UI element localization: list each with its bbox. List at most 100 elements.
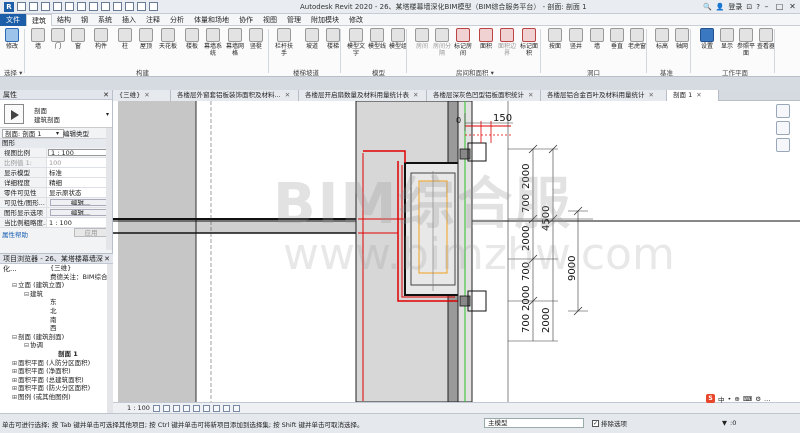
undo-icon[interactable] xyxy=(41,2,50,11)
ime-item-1[interactable]: ⊕ xyxy=(734,395,739,403)
ribbon-tab[interactable]: 注释 xyxy=(141,14,165,26)
switch-window-icon[interactable] xyxy=(149,2,158,11)
property-value[interactable]: 标准 xyxy=(47,168,112,177)
view-tab[interactable]: 各楼层开启扇数量及材料用量统计表 ✕ xyxy=(299,90,427,101)
ribbon-button[interactable]: 标记房间 xyxy=(453,28,473,57)
3d-view-icon[interactable] xyxy=(113,2,122,11)
close-icon[interactable]: ✕ xyxy=(528,91,533,99)
ribbon-button[interactable]: 房间 xyxy=(412,28,432,50)
ribbon-button[interactable]: 房间分隔 xyxy=(432,28,452,57)
ribbon-button[interactable]: 老虎窗 xyxy=(627,28,647,50)
ribbon-button[interactable]: 屋顶 xyxy=(136,28,156,50)
more-icon[interactable]: … xyxy=(764,395,771,403)
property-row[interactable]: 比例值 1: 100 xyxy=(0,158,112,168)
browser-tree-item[interactable]: 南 xyxy=(0,316,113,325)
cart-icon[interactable]: ⊡ xyxy=(746,3,752,11)
close-icon[interactable]: ✕ xyxy=(696,91,701,99)
instance-select[interactable]: 剖面: 剖面 1 xyxy=(2,128,64,138)
ribbon-button[interactable]: 幕墙系统 xyxy=(203,28,223,57)
ribbon-group-label[interactable]: 基准 xyxy=(660,67,673,77)
ribbon-tab[interactable]: 结构 xyxy=(52,14,76,26)
property-row[interactable]: 可见性/图形... 编辑... xyxy=(0,198,112,208)
ribbon-button[interactable]: 查看器 xyxy=(756,28,776,50)
property-row[interactable]: 详细程度 精细 xyxy=(0,178,112,188)
shadows-icon[interactable] xyxy=(182,404,190,412)
model-select[interactable]: 主模型 xyxy=(484,418,584,428)
ribbon-group-label[interactable]: 构建 xyxy=(136,67,149,77)
browser-tree-item[interactable]: ⊞面积平面 (防火分区面积) xyxy=(0,384,113,393)
ribbon-tab[interactable]: 钢 xyxy=(76,14,93,26)
browser-tree-item[interactable]: 剖面 1 xyxy=(0,350,113,359)
property-value[interactable]: 显示原状态 xyxy=(47,188,112,197)
ribbon-button[interactable]: 墙 xyxy=(587,28,607,50)
visual-style-icon[interactable] xyxy=(162,404,170,412)
ribbon-button[interactable]: 栏杆扶手 xyxy=(274,28,294,57)
ribbon-button[interactable]: 天花板 xyxy=(158,28,178,50)
search-icon[interactable]: 🔍 xyxy=(703,3,712,11)
ribbon-button[interactable]: 标记面积 xyxy=(519,28,539,57)
ribbon-button[interactable]: 显示 xyxy=(717,28,737,50)
revit-logo-icon[interactable]: R xyxy=(4,1,14,12)
ribbon-tab[interactable]: 协作 xyxy=(234,14,258,26)
sun-path-icon[interactable] xyxy=(172,404,180,412)
browser-tree-item[interactable]: 东 xyxy=(0,298,113,307)
ribbon-tab[interactable]: 管理 xyxy=(282,14,306,26)
property-row[interactable]: 当比例粗略度... 1 : 100 xyxy=(0,218,112,228)
ribbon-button[interactable]: 设置 xyxy=(697,28,717,50)
browser-tree-item[interactable]: 北 xyxy=(0,307,113,316)
properties-help-link[interactable]: 属性帮助 xyxy=(2,229,28,239)
ribbon-tab[interactable]: 插入 xyxy=(117,14,141,26)
browser-tree-item[interactable]: ⊞图例 (或其他图例) xyxy=(0,393,113,402)
ribbon-button[interactable]: 坡道 xyxy=(302,28,322,50)
close-icon[interactable]: ✕ xyxy=(103,90,109,100)
reveal-hidden-icon[interactable] xyxy=(222,404,230,412)
property-row[interactable]: 显示模型 标准 xyxy=(0,168,112,178)
property-value[interactable]: 1 : 100 xyxy=(48,149,111,156)
ribbon-tab[interactable]: 体量和场地 xyxy=(189,14,234,26)
text-icon[interactable] xyxy=(101,2,110,11)
browser-tree-item[interactable]: 西 xyxy=(0,324,113,333)
ribbon-tab[interactable]: 视图 xyxy=(258,14,282,26)
chevron-down-icon[interactable]: ▾ xyxy=(106,111,109,118)
redo-icon[interactable] xyxy=(53,2,62,11)
drawing-canvas[interactable]: 150 0 2000 700 4500 2000 700 9000 2000 7… xyxy=(113,101,800,402)
browser-tree-item[interactable]: ⊟协调 xyxy=(0,341,113,350)
exclude-options-checkbox[interactable]: ✓ xyxy=(592,419,599,427)
help-icon[interactable]: ? xyxy=(756,3,760,11)
temporary-hide-icon[interactable] xyxy=(212,404,220,412)
browser-tree-item[interactable]: ⊟立面 (建筑立面) xyxy=(0,281,113,290)
close-icon[interactable]: ✕ xyxy=(787,1,798,12)
file-tab[interactable]: 文件 xyxy=(0,13,26,26)
ribbon-group-label[interactable]: 房间和面积 ▾ xyxy=(456,67,494,77)
view-tab[interactable]: 剖面 1 ✕ xyxy=(667,90,719,101)
ribbon-button[interactable]: 面积边界 xyxy=(497,28,517,57)
ribbon-button[interactable]: 模型线 xyxy=(367,28,387,50)
type-selector[interactable]: 剖面 建筑剖面 ▾ xyxy=(0,100,112,128)
properties-scrollbar[interactable] xyxy=(106,128,112,250)
analytical-model-icon[interactable] xyxy=(232,404,240,412)
close-icon[interactable]: ✕ xyxy=(104,254,110,264)
view-scale[interactable]: 1 : 100 xyxy=(127,404,150,412)
ribbon-group-label[interactable]: 工作平面 xyxy=(722,67,748,77)
ribbon-button[interactable]: 柱 xyxy=(115,28,135,50)
ime-language[interactable]: 中 xyxy=(718,394,725,404)
ribbon-button[interactable]: 标高 xyxy=(652,28,672,50)
ribbon-button[interactable]: 幕墙网格 xyxy=(225,28,245,57)
view-tab[interactable]: 各楼层深灰色凹型铝板面积统计 ✕ xyxy=(427,90,541,101)
ribbon-group-label[interactable]: 选择 ▾ xyxy=(4,67,22,77)
measure-icon[interactable] xyxy=(77,2,86,11)
ribbon-button[interactable]: 按面 xyxy=(545,28,565,50)
exclude-options[interactable]: ✓ 排除选项 xyxy=(592,418,627,428)
ime-item-0[interactable]: • xyxy=(728,395,732,403)
property-row[interactable]: 图形显示选项 编辑... xyxy=(0,208,112,218)
zoom-icon[interactable] xyxy=(776,138,790,152)
ribbon-button[interactable]: 模型组 xyxy=(388,28,408,50)
minimize-icon[interactable]: – xyxy=(761,1,772,12)
ribbon-button[interactable]: 墙 xyxy=(28,28,48,50)
keyboard-icon[interactable]: ⌨ xyxy=(743,395,752,403)
open-icon[interactable] xyxy=(17,2,26,11)
property-value[interactable]: 精细 xyxy=(47,178,112,187)
browser-tree-item[interactable]: 费德关注：BIM综合服 xyxy=(0,273,114,282)
chevron-down-icon[interactable]: ▾ xyxy=(56,130,59,137)
ribbon-tab[interactable]: 建筑 xyxy=(26,13,52,26)
